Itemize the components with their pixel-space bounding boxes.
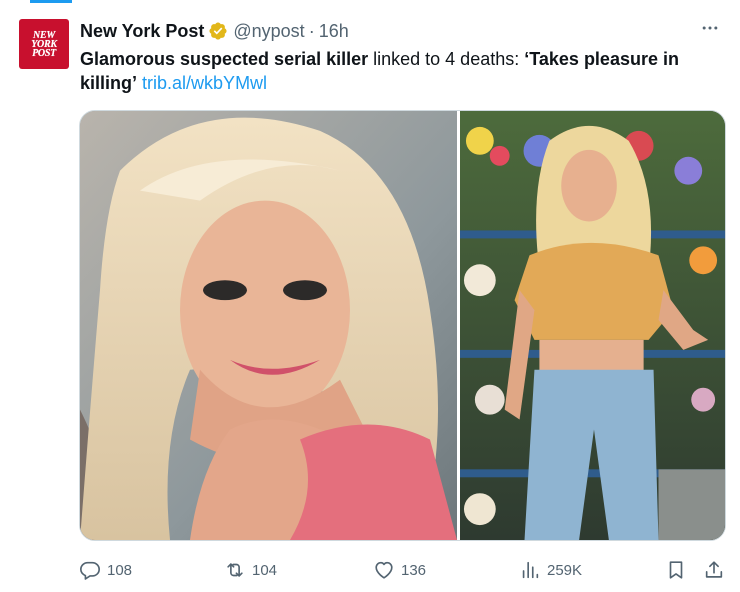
repost-count: 104	[252, 561, 278, 579]
like-button[interactable]: 136	[373, 559, 426, 581]
verified-badge-icon[interactable]	[208, 21, 228, 41]
tweet-text: Glamorous suspected serial killer linked…	[80, 47, 720, 95]
avatar[interactable]: NEW YORK POST	[19, 19, 69, 69]
photo-woman-yellow-top-flower-shop	[460, 111, 725, 540]
reply-icon	[80, 561, 100, 580]
share-upload-icon	[705, 561, 723, 578]
views-button[interactable]: 259K	[519, 559, 582, 581]
avatar-text-line: POST	[32, 47, 56, 59]
author-name[interactable]: New York Post	[80, 21, 204, 42]
separator-dot: ·	[308, 20, 315, 41]
photo-selfie[interactable]	[80, 111, 457, 540]
bookmark-button[interactable]	[665, 559, 687, 581]
reply-button[interactable]: 108	[79, 559, 132, 581]
views-count: 259K	[547, 561, 583, 579]
share-button[interactable]	[703, 559, 725, 581]
author-handle[interactable]: @nypost	[233, 21, 304, 42]
action-bar: 108 104 136 259K	[79, 558, 726, 582]
photo-flowers[interactable]	[460, 111, 725, 540]
tweet[interactable]: NEW YORK POST New York Post @nypost · 16…	[0, 0, 740, 592]
heart-icon	[375, 561, 393, 579]
repost-icon	[227, 563, 243, 577]
tweet-header: New York Post @nypost · 16h	[80, 20, 720, 42]
media-grid	[79, 110, 726, 541]
headline-bold: Glamorous suspected serial killer	[80, 49, 369, 69]
like-count: 136	[401, 561, 427, 579]
photo-selfie-woman-pink-top	[80, 111, 457, 540]
headline-plain: linked to 4 deaths:	[368, 49, 525, 69]
tweet-timestamp[interactable]: 16h	[319, 21, 349, 42]
reply-count: 108	[107, 561, 133, 579]
bookmark-icon	[669, 561, 683, 579]
more-options-button[interactable]	[698, 16, 722, 40]
repost-button[interactable]: 104	[224, 559, 277, 581]
analytics-bar-icon	[522, 561, 539, 579]
tweet-link[interactable]: trib.al/wkbYMwl	[142, 73, 267, 93]
more-horizontal-icon	[702, 26, 718, 30]
